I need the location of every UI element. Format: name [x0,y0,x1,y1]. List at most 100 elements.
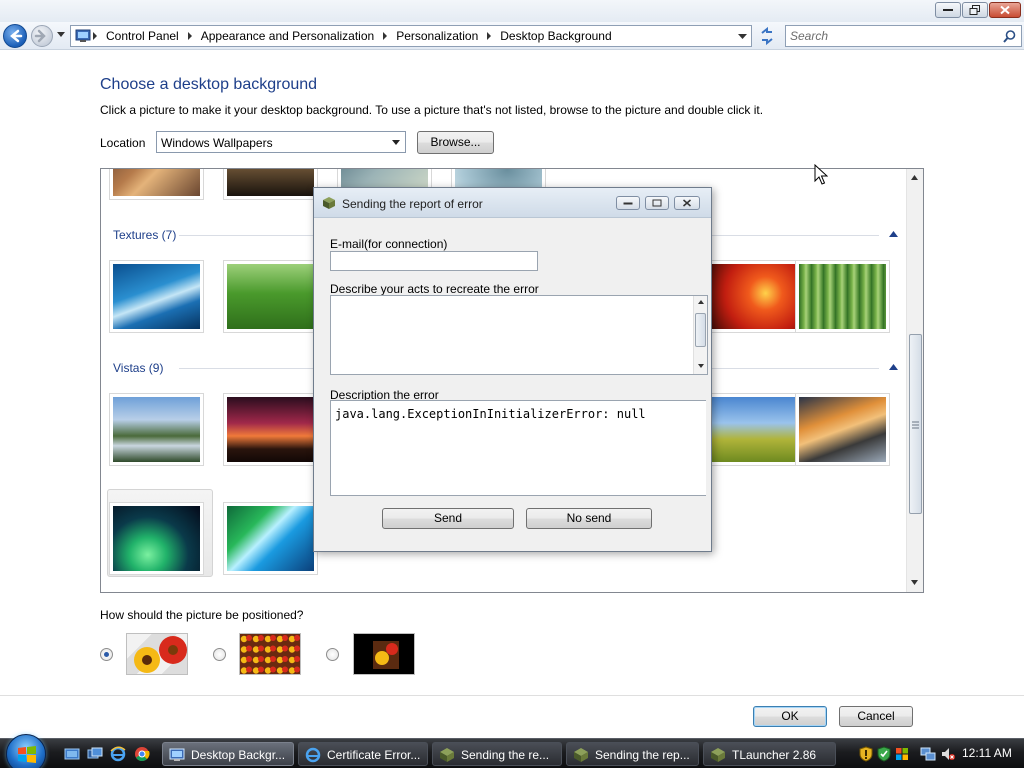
scroll-up-arrow-icon[interactable] [911,175,918,180]
taskbar-item-sending-report-1[interactable]: Sending the re... [432,742,562,766]
wallpaper-thumbnail-vistas[interactable] [109,393,204,466]
minimize-button[interactable] [935,2,961,18]
java-cup-icon [574,748,588,762]
wallpaper-thumbnail[interactable] [109,169,204,200]
breadcrumb-separator-icon[interactable] [93,32,97,40]
scroll-thumb[interactable] [695,313,706,347]
network-icon[interactable] [920,746,936,762]
wallpaper-thumbnail-textures[interactable] [109,260,204,333]
position-radio-center[interactable] [326,648,339,661]
position-radio-fill[interactable] [100,648,113,661]
java-cup-icon [323,197,335,209]
forward-button[interactable] [31,25,53,47]
wallpaper-thumbnail-textures[interactable] [795,260,890,333]
search-box[interactable] [785,25,1022,47]
breadcrumb-separator-icon[interactable] [487,32,492,40]
taskbar-clock[interactable]: 12:11 AM [962,746,1012,760]
volume-muted-icon[interactable] [940,746,956,762]
close-icon [1000,5,1010,15]
instructions-text: Click a picture to make it your desktop … [100,103,764,117]
breadcrumb-control-panel[interactable]: Control Panel [106,29,179,43]
taskbar-item-label: Sending the re... [461,748,550,762]
windows-flag-icon[interactable] [894,746,910,762]
taskbar: Desktop Backgr... Certificate Error... S… [0,734,1024,768]
search-icon[interactable] [1003,30,1016,43]
wallpaper-thumbnail-vistas[interactable] [705,393,800,466]
start-button[interactable] [6,734,46,768]
internet-explorer-icon[interactable] [110,746,126,762]
group-header-textures[interactable]: Textures (7) [113,228,176,242]
error-description-text: java.lang.ExceptionInInitializerError: n… [335,407,646,421]
restore-button[interactable] [962,2,988,18]
refresh-icon[interactable] [756,26,778,46]
position-preview-fill[interactable] [126,633,188,675]
error-description-field[interactable]: java.lang.ExceptionInInitializerError: n… [330,400,706,496]
taskbar-item-desktop-background[interactable]: Desktop Backgr... [162,742,294,766]
position-radio-tile[interactable] [213,648,226,661]
wallpaper-thumbnail-textures[interactable] [223,260,318,333]
taskbar-item-label: Desktop Backgr... [191,748,286,762]
back-button[interactable] [3,24,27,48]
chevron-up-icon[interactable] [889,364,898,370]
minimize-icon [623,202,633,205]
email-field[interactable] [330,251,538,271]
recent-pages-dropdown-icon[interactable] [56,31,66,39]
cancel-button[interactable]: Cancel [839,706,913,727]
dialog-maximize-button[interactable] [645,196,669,210]
error-report-dialog: Sending the report of error E-mail(for c… [313,187,712,552]
position-preview-center[interactable] [353,633,415,675]
java-cup-icon [440,748,454,762]
breadcrumb-appearance[interactable]: Appearance and Personalization [201,29,374,43]
acts-label: Describe your acts to recreate the error [330,282,539,296]
wallpaper-thumbnail-vistas[interactable] [223,502,318,575]
search-input[interactable] [790,28,995,44]
show-desktop-icon[interactable] [64,746,80,762]
dialog-minimize-button[interactable] [616,196,640,210]
centered-flower-icon [373,641,399,669]
taskbar-item-certificate-error[interactable]: Certificate Error... [298,742,428,766]
scroll-down-arrow-icon[interactable] [911,580,918,585]
breadcrumb-personalization[interactable]: Personalization [396,29,478,43]
wallpaper-thumbnail[interactable] [223,169,318,200]
chevron-up-icon[interactable] [889,231,898,237]
wallpaper-thumbnail-selected[interactable] [109,502,204,575]
close-button[interactable] [989,2,1021,18]
location-select[interactable]: Windows Wallpapers [156,131,406,153]
scroll-up-arrow-icon[interactable] [698,300,704,304]
group-header-vistas[interactable]: Vistas (9) [113,361,163,375]
acts-textarea[interactable] [330,295,708,375]
no-send-button[interactable]: No send [526,508,652,529]
scroll-thumb[interactable] [909,334,922,514]
chevron-down-icon [392,140,400,145]
windows-logo-icon [18,746,36,763]
chrome-icon[interactable] [134,746,150,762]
taskbar-item-tlauncher[interactable]: TLauncher 2.86 [703,742,836,766]
antivirus-shield-icon[interactable] [876,746,892,762]
close-icon [683,199,691,207]
scroll-down-arrow-icon[interactable] [698,364,704,368]
dialog-body: E-mail(for connection) Describe your act… [314,219,711,551]
address-dropdown-icon[interactable] [738,34,747,40]
acts-scrollbar[interactable] [693,296,707,374]
wallpaper-thumbnail-textures[interactable] [705,260,800,333]
position-preview-tile[interactable] [239,633,301,675]
dialog-titlebar[interactable]: Sending the report of error [314,188,711,218]
taskbar-item-sending-report-2[interactable]: Sending the rep... [566,742,699,766]
wallpaper-thumbnail-vistas[interactable] [223,393,318,466]
ok-button[interactable]: OK [753,706,827,727]
security-shield-icon[interactable] [858,746,874,762]
dialog-close-button[interactable] [674,196,700,210]
breadcrumb-separator-icon[interactable] [383,32,388,40]
flower-image-icon [134,636,187,673]
taskbar-item-label: Certificate Error... [327,748,421,762]
breadcrumb-separator-icon[interactable] [187,32,192,40]
picture-list-scrollbar[interactable] [906,169,923,592]
wallpaper-thumbnail-vistas[interactable] [795,393,890,466]
address-bar[interactable]: Control Panel Appearance and Personaliza… [70,25,752,47]
switch-windows-icon[interactable] [87,746,103,762]
browse-button[interactable]: Browse... [417,131,494,154]
mouse-cursor-icon [814,164,828,185]
breadcrumb: Control Panel Appearance and Personaliza… [93,26,612,46]
send-button[interactable]: Send [382,508,514,529]
breadcrumb-desktop-background[interactable]: Desktop Background [500,29,611,43]
